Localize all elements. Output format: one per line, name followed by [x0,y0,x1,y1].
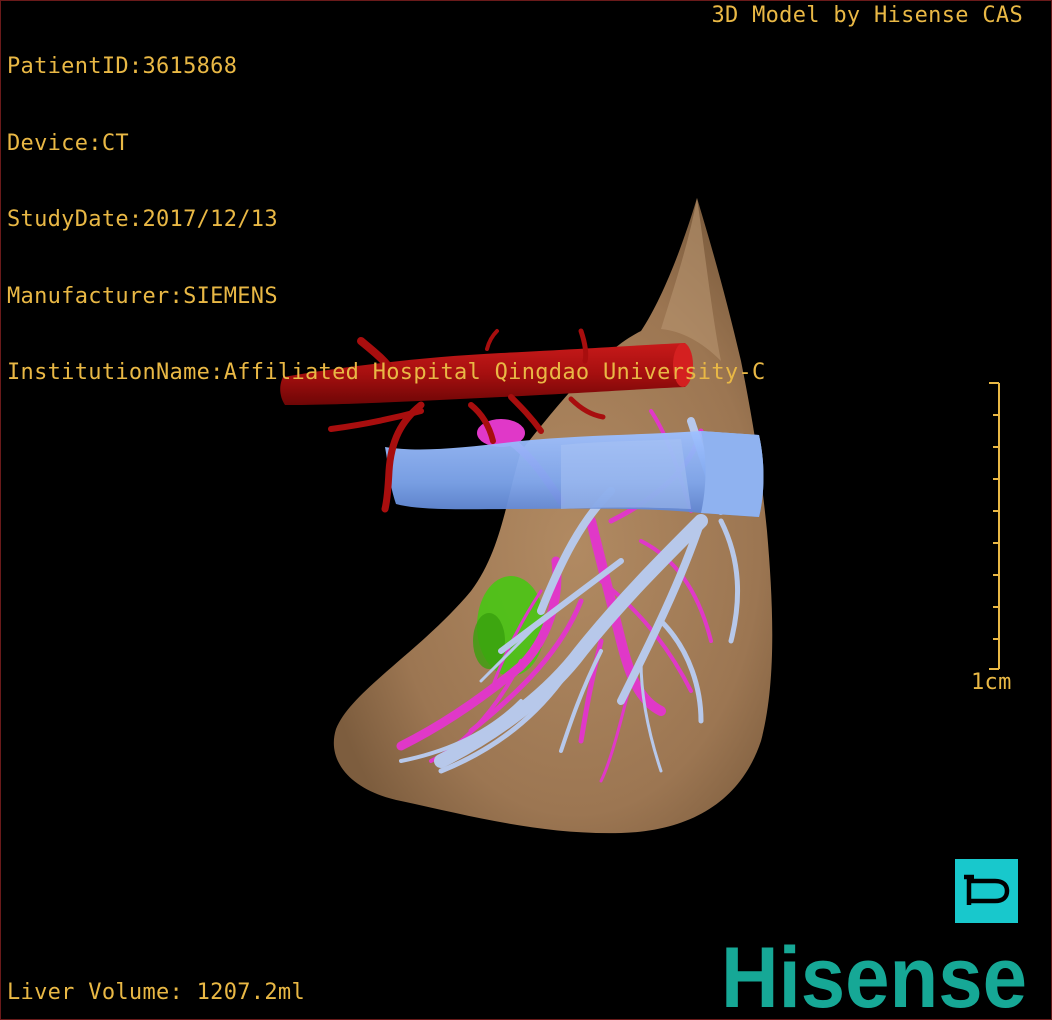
svg-text:Hisense: Hisense [721,935,1027,1015]
dicom-info-overlay: PatientID:3615868 Device:CT StudyDate:20… [7,3,766,437]
pan-tool-button[interactable] [955,859,1018,923]
3d-viewport[interactable]: PatientID:3615868 Device:CT StudyDate:20… [0,0,1052,1020]
portal-vein-trunk [385,431,764,517]
institution-name: InstitutionName:Affiliated Hospital Qing… [7,360,766,385]
hisense-logo: Hisense [721,935,1027,1015]
manufacturer: Manufacturer:SIEMENS [7,283,278,309]
scale-bar-label: 1cm [971,670,1012,695]
model-credit: 3D Model by Hisense CAS [711,3,1023,28]
patient-id: PatientID:3615868 [7,54,238,79]
device: Device:CT [7,130,129,156]
study-date: StudyDate:2017/12/13 [7,207,278,232]
pan-icon [964,874,1010,905]
liver-volume: Liver Volume: 1207.2ml [7,979,305,1005]
scale-bar [989,382,1000,670]
